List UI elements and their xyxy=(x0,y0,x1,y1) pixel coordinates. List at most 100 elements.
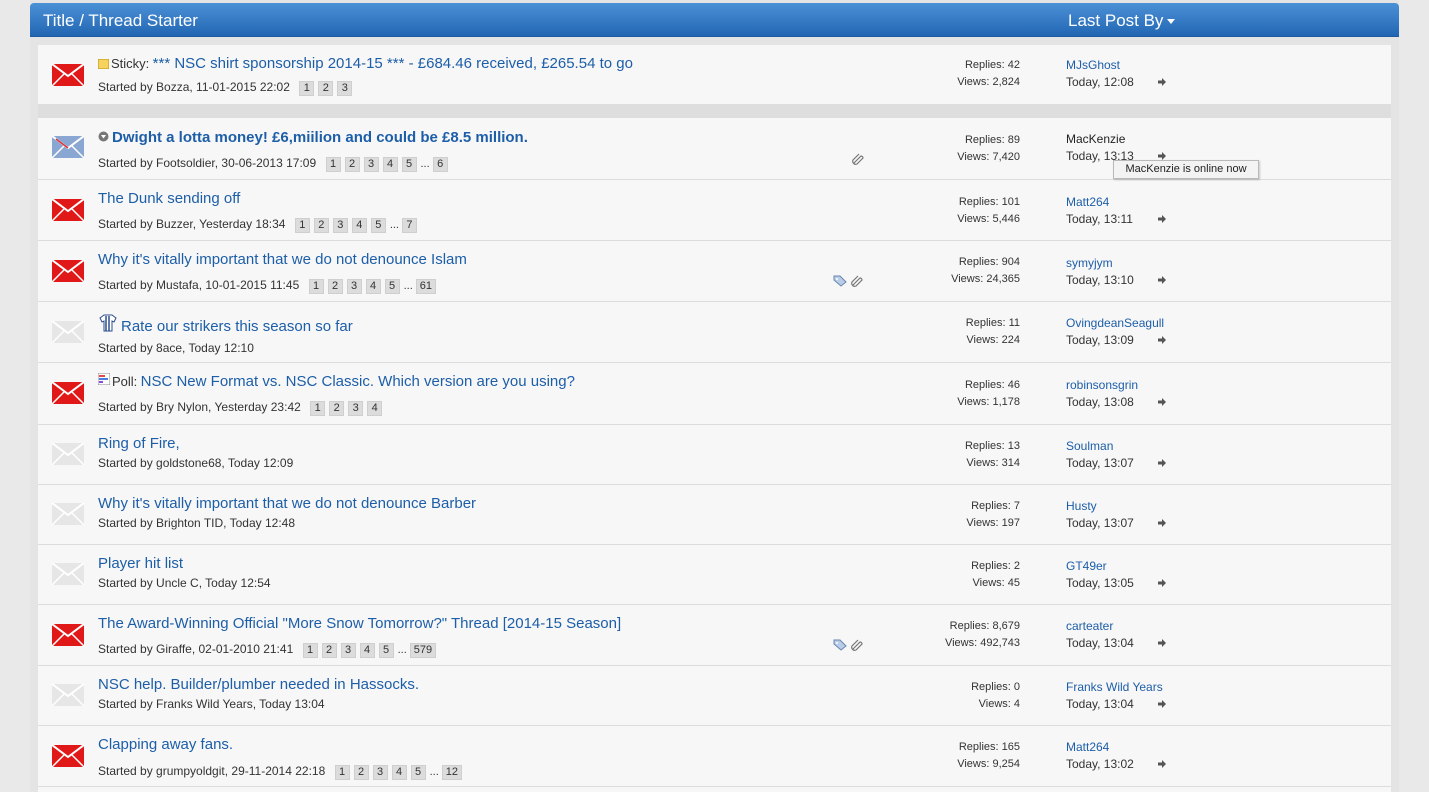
thread-title-link[interactable]: Rate our strikers this season so far xyxy=(121,318,353,335)
thread-title-link[interactable]: Dwight a lotta money! £6,miilion and cou… xyxy=(112,129,528,146)
moved-thread-envelope-icon[interactable] xyxy=(52,136,84,158)
go-to-last-post-icon[interactable] xyxy=(1158,78,1166,86)
go-to-last-post-icon[interactable] xyxy=(1158,152,1166,160)
page-link[interactable]: 4 xyxy=(351,218,367,233)
new-posts-envelope-icon[interactable] xyxy=(52,64,84,86)
go-to-last-post-icon[interactable] xyxy=(1158,700,1166,708)
sort-title-thread-starter[interactable]: Title / Thread Starter xyxy=(43,11,198,31)
last-post-user[interactable]: GT49er xyxy=(1066,558,1134,575)
thread-title-link[interactable]: Player hit list xyxy=(98,555,183,572)
no-new-posts-envelope-icon[interactable] xyxy=(52,321,84,343)
thread-title-link[interactable]: Clapping away fans. xyxy=(98,736,233,753)
last-post-user[interactable]: symyjym xyxy=(1066,255,1134,272)
thread-title-link[interactable]: The Dunk sending off xyxy=(98,190,240,207)
thread-title-link[interactable]: Why it's vitally important that we do no… xyxy=(98,495,476,512)
thread-starter[interactable]: Started by Bozza, 11-01-2015 22:02 xyxy=(98,80,290,94)
page-link[interactable]: 3 xyxy=(332,218,348,233)
go-to-last-post-icon[interactable] xyxy=(1158,336,1166,344)
go-to-last-post-icon[interactable] xyxy=(1158,579,1166,587)
last-page-link[interactable]: 6 xyxy=(432,157,448,172)
thread-starter[interactable]: Started by Uncle C, Today 12:54 xyxy=(98,576,271,590)
no-new-posts-envelope-icon[interactable] xyxy=(52,684,84,706)
page-link[interactable]: 2 xyxy=(329,401,345,416)
thread-title-link[interactable]: Why it's vitally important that we do no… xyxy=(98,251,467,268)
go-to-last-post-icon[interactable] xyxy=(1158,276,1166,284)
thread-starter[interactable]: Started by Mustafa, 10-01-2015 11:45 xyxy=(98,278,299,292)
page-link[interactable]: 2 xyxy=(321,643,337,658)
last-post-user[interactable]: Husty xyxy=(1066,498,1134,515)
page-link[interactable]: 2 xyxy=(344,157,360,172)
page-link[interactable]: 4 xyxy=(391,765,407,780)
page-link[interactable]: 1 xyxy=(294,218,310,233)
last-page-link[interactable]: 61 xyxy=(415,279,437,294)
page-link[interactable]: 5 xyxy=(410,765,426,780)
last-post-user[interactable]: Matt264 xyxy=(1066,194,1133,211)
page-link[interactable]: 2 xyxy=(318,81,334,96)
page-link[interactable]: 1 xyxy=(299,81,315,96)
thread-starter[interactable]: Started by Franks Wild Years, Today 13:0… xyxy=(98,697,325,711)
first-unread-icon[interactable] xyxy=(98,131,109,142)
page-link[interactable]: 2 xyxy=(327,279,343,294)
thread-starter[interactable]: Started by goldstone68, Today 12:09 xyxy=(98,456,293,470)
page-link[interactable]: 4 xyxy=(365,279,381,294)
no-new-posts-envelope-icon[interactable] xyxy=(52,563,84,585)
last-page-link[interactable]: 7 xyxy=(401,218,417,233)
thread-starter[interactable]: Started by Buzzer, Yesterday 18:34 xyxy=(98,217,285,231)
page-link[interactable]: 1 xyxy=(302,643,318,658)
last-post-user[interactable]: MacKenzie xyxy=(1066,131,1134,148)
go-to-last-post-icon[interactable] xyxy=(1158,639,1166,647)
no-new-posts-envelope-icon[interactable] xyxy=(52,443,84,465)
page-link[interactable]: 5 xyxy=(378,643,394,658)
last-post-user[interactable]: Franks Wild Years xyxy=(1066,679,1163,696)
new-posts-envelope-icon[interactable] xyxy=(52,260,84,282)
page-link[interactable]: 3 xyxy=(348,401,364,416)
page-link[interactable]: 3 xyxy=(337,81,353,96)
thread-starter[interactable]: Started by Bry Nylon, Yesterday 23:42 xyxy=(98,400,301,414)
last-post-user[interactable]: Matt264 xyxy=(1066,739,1134,756)
page-link[interactable]: 4 xyxy=(367,401,383,416)
go-to-last-post-icon[interactable] xyxy=(1158,519,1166,527)
page-link[interactable]: 4 xyxy=(382,157,398,172)
page-link[interactable]: 4 xyxy=(359,643,375,658)
page-link[interactable]: 3 xyxy=(346,279,362,294)
thread-starter[interactable]: Started by grumpyoldgit, 29-11-2014 22:1… xyxy=(98,764,325,778)
thread-title-link[interactable]: Ring of Fire, xyxy=(98,435,180,452)
page-link[interactable]: 1 xyxy=(308,279,324,294)
new-posts-envelope-icon[interactable] xyxy=(52,199,84,221)
last-post-user[interactable]: MJsGhost xyxy=(1066,57,1134,74)
last-post-user[interactable]: OvingdeanSeagull xyxy=(1066,315,1164,332)
thread-starter[interactable]: Started by Brighton TID, Today 12:48 xyxy=(98,516,295,530)
page-link[interactable]: 1 xyxy=(310,401,326,416)
last-post-user[interactable]: Soulman xyxy=(1066,438,1134,455)
thread-title-link[interactable]: *** NSC shirt sponsorship 2014-15 *** - … xyxy=(153,55,633,72)
page-link[interactable]: 5 xyxy=(401,157,417,172)
thread-starter[interactable]: Started by 8ace, Today 12:10 xyxy=(98,341,254,355)
go-to-last-post-icon[interactable] xyxy=(1158,459,1166,467)
thread-starter[interactable]: Started by Giraffe, 02-01-2010 21:41 xyxy=(98,642,293,656)
page-link[interactable]: 1 xyxy=(334,765,350,780)
thread-starter[interactable]: Started by Footsoldier, 30-06-2013 17:09 xyxy=(98,156,316,170)
go-to-last-post-icon[interactable] xyxy=(1158,760,1166,768)
thread-title-link[interactable]: NSC New Format vs. NSC Classic. Which ve… xyxy=(141,373,575,390)
no-new-posts-envelope-icon[interactable] xyxy=(52,503,84,525)
last-post-user[interactable]: carteater xyxy=(1066,618,1134,635)
new-posts-envelope-icon[interactable] xyxy=(52,624,84,646)
page-link[interactable]: 1 xyxy=(325,157,341,172)
thread-title-link[interactable]: The Award-Winning Official "More Snow To… xyxy=(98,615,621,632)
new-posts-envelope-icon[interactable] xyxy=(52,382,84,404)
page-link[interactable]: 3 xyxy=(372,765,388,780)
page-link[interactable]: 5 xyxy=(370,218,386,233)
last-page-link[interactable]: 12 xyxy=(441,765,463,780)
page-link[interactable]: 3 xyxy=(340,643,356,658)
sort-last-post-by[interactable]: Last Post By xyxy=(1068,11,1176,31)
page-link[interactable]: 3 xyxy=(363,157,379,172)
go-to-last-post-icon[interactable] xyxy=(1158,215,1166,223)
page-link[interactable]: 2 xyxy=(313,218,329,233)
last-post-user[interactable]: robinsonsgrin xyxy=(1066,377,1138,394)
go-to-last-post-icon[interactable] xyxy=(1158,398,1166,406)
new-posts-envelope-icon[interactable] xyxy=(52,745,84,767)
last-page-link[interactable]: 579 xyxy=(409,643,437,658)
page-link[interactable]: 5 xyxy=(384,279,400,294)
thread-title-link[interactable]: NSC help. Builder/plumber needed in Hass… xyxy=(98,676,419,693)
page-link[interactable]: 2 xyxy=(353,765,369,780)
